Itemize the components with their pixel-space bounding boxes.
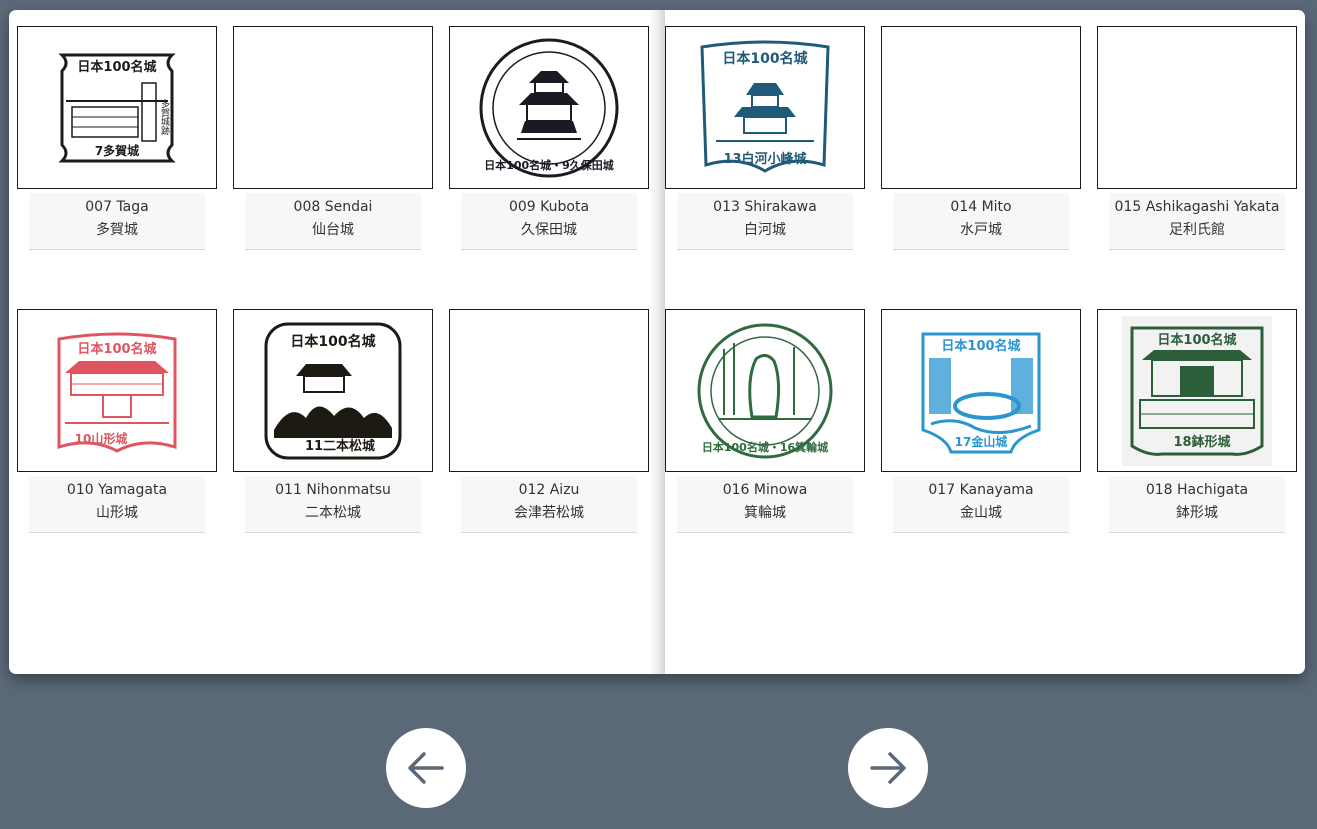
stamp-book: 日本100名城 多賀城跡 7多賀城 007 Taga 多賀城 008 Senda…: [9, 10, 1305, 674]
stamp-image-frame: 日本100名城 多賀城跡 7多賀城: [17, 26, 217, 189]
castle-japanese-name: 水戸城: [960, 222, 1002, 238]
castle-number-name: 010 Yamagata: [66, 482, 168, 498]
castle-japanese-name: 久保田城: [521, 222, 577, 238]
stamp-label-text: 7多賀城: [95, 143, 139, 158]
castle-japanese-name: 二本松城: [305, 505, 361, 521]
stamp-label-text: 日本100名城・16箕輪城: [702, 440, 828, 454]
stamp-card-hachigata[interactable]: 日本100名城 18鉢形城 018 Hachigata 鉢形城: [1097, 309, 1297, 533]
castle-stamp-image: 日本100名城 11二本松城: [264, 322, 402, 459]
stamp-image-frame-empty: [1097, 26, 1297, 189]
stamp-caption: 009 Kubota 久保田城: [461, 193, 637, 250]
arrow-left-icon: [408, 752, 444, 784]
stamp-label-text: 17金山城: [955, 434, 1008, 449]
stamp-header-text: 日本100名城: [722, 50, 807, 67]
stamp-header-text: 日本100名城: [290, 333, 375, 350]
stamp-image-frame: 日本100名城 13白河小峰城: [665, 26, 865, 189]
stamp-image-frame: 日本100名城・9久保田城: [449, 26, 649, 189]
stamp-label-text: 11二本松城: [305, 438, 375, 454]
castle-stamp-image: 日本100名城・16箕輪城: [697, 323, 833, 458]
stamp-card-aizu[interactable]: 012 Aizu 会津若松城: [449, 309, 649, 533]
stamp-card-kubota[interactable]: 日本100名城・9久保田城 009 Kubota 久保田城: [449, 26, 649, 250]
castle-number-name: 014 Mito: [950, 199, 1012, 215]
next-page-button[interactable]: [848, 728, 928, 808]
stamp-image-frame: 日本100名城 10山形城: [17, 309, 217, 472]
stamp-image-frame-empty: [233, 26, 433, 189]
stamp-image-frame-empty: [449, 309, 649, 472]
castle-japanese-name: 鉢形城: [1176, 505, 1218, 521]
castle-japanese-name: 白河城: [744, 222, 786, 238]
stamp-header-text: 日本100名城: [1157, 332, 1236, 348]
castle-number-name: 016 Minowa: [722, 482, 808, 498]
stamp-image-frame: 日本100名城・16箕輪城: [665, 309, 865, 472]
stamp-card-shirakawa[interactable]: 日本100名城 13白河小峰城 013 Shirakawa 白河城: [665, 26, 865, 250]
castle-number-name: 009 Kubota: [508, 199, 590, 215]
castle-number-name: 007 Taga: [85, 199, 149, 215]
castle-number-name: 008 Sendai: [293, 199, 373, 215]
stamp-caption: 017 Kanayama 金山城: [893, 476, 1069, 533]
castle-number-name: 015 Ashikagashi Yakata: [1114, 199, 1280, 215]
stamp-image-frame: 日本100名城 11二本松城: [233, 309, 433, 472]
stamp-caption: 012 Aizu 会津若松城: [461, 476, 637, 533]
stamp-card-yamagata[interactable]: 日本100名城 10山形城 010 Yamagata 山形城: [17, 309, 217, 533]
stamp-caption: 011 Nihonmatsu 二本松城: [245, 476, 421, 533]
stamp-caption: 010 Yamagata 山形城: [29, 476, 205, 533]
stamp-image-frame: 日本100名城 17金山城: [881, 309, 1081, 472]
castle-stamp-image: 日本100名城 多賀城跡 7多賀城: [58, 53, 176, 162]
stamp-label-text: 10山形城: [75, 431, 128, 446]
castle-stamp-image: 日本100名城 13白河小峰城: [700, 40, 830, 173]
castle-japanese-name: 会津若松城: [514, 505, 584, 521]
stamp-side-text: 多賀城跡: [159, 97, 170, 135]
stamp-label-text: 18鉢形城: [1173, 434, 1230, 450]
stamp-card-taga[interactable]: 日本100名城 多賀城跡 7多賀城 007 Taga 多賀城: [17, 26, 217, 250]
stamp-caption: 013 Shirakawa 白河城: [677, 193, 853, 250]
previous-page-button[interactable]: [386, 728, 466, 808]
stamp-image-frame-empty: [881, 26, 1081, 189]
stamp-card-sendai[interactable]: 008 Sendai 仙台城: [233, 26, 433, 250]
castle-stamp-image: 日本100名城 17金山城: [921, 332, 1041, 453]
castle-japanese-name: 仙台城: [312, 222, 354, 238]
castle-japanese-name: 山形城: [96, 505, 138, 521]
stamp-header-text: 日本100名城: [77, 341, 156, 357]
stamp-card-nihonmatsu[interactable]: 日本100名城 11二本松城 011 Nihonmatsu 二本松城: [233, 309, 433, 533]
stamp-caption: 008 Sendai 仙台城: [245, 193, 421, 250]
arrow-right-icon: [870, 752, 906, 784]
castle-number-name: 012 Aizu: [518, 482, 580, 498]
stamp-caption: 007 Taga 多賀城: [29, 193, 205, 250]
castle-stamp-image: 日本100名城 10山形城: [57, 332, 177, 453]
stamp-card-minowa[interactable]: 日本100名城・16箕輪城 016 Minowa 箕輪城: [665, 309, 865, 533]
stamp-card-mito[interactable]: 014 Mito 水戸城: [881, 26, 1081, 250]
stamp-caption: 018 Hachigata 鉢形城: [1109, 476, 1285, 533]
castle-number-name: 011 Nihonmatsu: [275, 482, 391, 498]
castle-japanese-name: 金山城: [960, 505, 1002, 521]
castle-stamp-image: 日本100名城・9久保田城: [479, 38, 619, 177]
castle-stamp-image: 日本100名城 18鉢形城: [1122, 315, 1272, 466]
stamp-caption: 014 Mito 水戸城: [893, 193, 1069, 250]
castle-japanese-name: 足利氏館: [1169, 222, 1225, 238]
stamp-image-frame: 日本100名城 18鉢形城: [1097, 309, 1297, 472]
stamp-card-ashikagashi-yakata[interactable]: 015 Ashikagashi Yakata 足利氏館: [1097, 26, 1297, 250]
castle-number-name: 013 Shirakawa: [713, 199, 817, 215]
castle-japanese-name: 多賀城: [96, 222, 138, 238]
stamp-caption: 015 Ashikagashi Yakata 足利氏館: [1109, 193, 1285, 250]
stamp-header-text: 日本100名城: [77, 59, 156, 75]
stamp-card-kanayama[interactable]: 日本100名城 17金山城 017 Kanayama 金山城: [881, 309, 1081, 533]
book-spine: [649, 10, 665, 674]
stamp-caption: 016 Minowa 箕輪城: [677, 476, 853, 533]
stamp-label-text: 日本100名城・9久保田城: [484, 158, 614, 172]
stamp-label-text: 13白河小峰城: [723, 151, 806, 167]
castle-number-name: 018 Hachigata: [1145, 482, 1249, 498]
castle-number-name: 017 Kanayama: [928, 482, 1034, 498]
stamp-header-text: 日本100名城: [941, 338, 1020, 354]
castle-japanese-name: 箕輪城: [744, 505, 786, 521]
